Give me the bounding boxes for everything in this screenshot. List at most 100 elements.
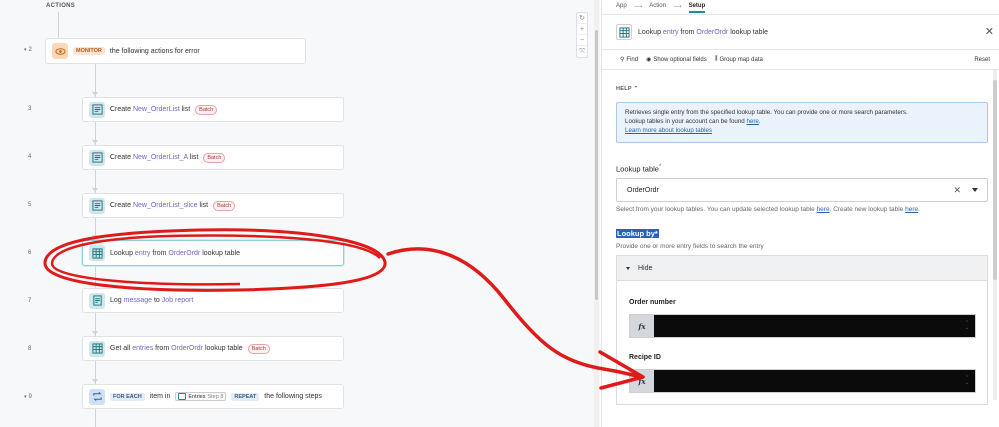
breadcrumb: App ⟶ Action ⟶ Setup: [616, 3, 706, 13]
lookup-by-label: Lookup by*: [616, 229, 659, 238]
batch-badge: Batch: [213, 200, 236, 211]
step-text: Create New_OrderList list: [110, 106, 191, 113]
monitor-pill: MONITOR: [73, 47, 105, 55]
step-text: Log message to Job report: [110, 297, 194, 304]
breadcrumb-setup[interactable]: Setup: [688, 3, 706, 13]
recipe-id-field[interactable]: fx ⌃ ⌄: [629, 369, 976, 393]
find-button[interactable]: ⚲ Find: [620, 56, 638, 64]
recipe-id-label: Recipe ID: [629, 354, 661, 361]
list-icon: [89, 197, 105, 214]
lookup-table-select[interactable]: OrderOrdr ✕: [616, 178, 988, 202]
update-table-link[interactable]: here: [817, 206, 830, 213]
step-create-list[interactable]: Create New_OrderList list Batch: [82, 97, 344, 122]
lookup-by-hint: Provide one or more entry fields to sear…: [616, 243, 764, 250]
help-text: Lookup tables in your account can be fou…: [625, 118, 761, 125]
scrollbar-thumb[interactable]: [595, 30, 598, 300]
chevron-up-icon: ⌃: [633, 86, 639, 92]
reset-view-icon[interactable]: ↻: [577, 13, 587, 24]
lookup-table-hint: Select from your lookup tables. You can …: [616, 206, 920, 213]
for-each-pill: FOR EACH: [110, 392, 145, 401]
zoom-out-icon[interactable]: −: [577, 35, 587, 46]
step-number[interactable]: ▾ 2: [24, 47, 38, 53]
caret-down-icon: [626, 266, 630, 270]
order-number-field[interactable]: fx ⌃ ⌄: [629, 314, 976, 338]
breadcrumb-app[interactable]: App: [616, 3, 627, 13]
table-icon: [89, 340, 105, 357]
step-monitor[interactable]: MONITOR the following actions for error: [45, 38, 306, 64]
zoom-controls: ↻ + − ⤧: [576, 12, 588, 58]
step-create-list[interactable]: Create New_OrderList_A list Batch: [82, 145, 344, 170]
entries-datapill[interactable]: Entries Step 8: [175, 392, 227, 401]
step-text: the following steps: [264, 393, 322, 400]
step-text: Create New_OrderList_A list: [110, 154, 199, 161]
chevron-down-icon[interactable]: [972, 188, 978, 192]
chevron-down-icon[interactable]: ▾: [24, 394, 27, 400]
step-create-list[interactable]: Create New_OrderList_slice list Batch: [82, 193, 344, 218]
step-config-panel: App ⟶ Action ⟶ Setup Lookup entry from O…: [601, 0, 999, 427]
list-icon: [89, 101, 105, 118]
clear-icon[interactable]: ✕: [953, 185, 961, 196]
table-icon: [616, 24, 632, 40]
table-icon: [178, 393, 187, 400]
step-text: Create New_OrderList_slice list: [110, 202, 209, 209]
step-get-all-entries[interactable]: Get all entries from OrderOrdr lookup ta…: [82, 336, 344, 361]
batch-badge: Batch: [195, 104, 218, 115]
eye-icon: [52, 43, 68, 59]
step-for-each[interactable]: FOR EACH item in Entries Step 8 REPEAT t…: [82, 384, 344, 409]
panel-toolbar: ⚲ Find ◉ Show optional fields ⫼ Group map d…: [602, 50, 999, 70]
repeat-icon: [89, 388, 105, 405]
panel-header: Lookup entry from OrderOrdr lookup table…: [602, 14, 999, 50]
lookup-table-label: Lookup table*: [616, 164, 662, 174]
fit-view-icon[interactable]: ⤧: [577, 46, 587, 57]
step-number: 8: [28, 346, 32, 352]
zoom-in-icon[interactable]: +: [577, 24, 587, 35]
step-number: 5: [28, 202, 32, 208]
reset-button[interactable]: Reset: [974, 57, 990, 63]
connector-arrow: [92, 235, 98, 239]
canvas-scrollbar[interactable]: [594, 0, 599, 427]
repeat-pill: REPEAT: [231, 392, 260, 401]
breadcrumb-action[interactable]: Action: [649, 3, 666, 13]
connector: [58, 12, 59, 38]
panel-title: Lookup entry from OrderOrdr lookup table: [638, 28, 768, 36]
batch-badge: Batch: [247, 343, 270, 354]
step-number: 4: [28, 154, 32, 160]
step-text: Lookup entry from OrderOrdr lookup table: [110, 249, 240, 257]
log-icon: [89, 292, 105, 309]
step-lookup-entry[interactable]: Lookup entry from OrderOrdr lookup table: [82, 240, 344, 266]
connector-arrow: [92, 379, 98, 383]
close-icon[interactable]: ✕: [985, 27, 994, 38]
connector-arrow: [92, 331, 98, 335]
eye-icon: ◉: [646, 57, 652, 63]
section-label: ACTIONS: [46, 3, 76, 9]
scrollbar-thumb[interactable]: [993, 80, 997, 280]
resize-icon: ⌃ ⌄: [964, 375, 969, 386]
recipe-canvas[interactable]: ACTIONS ▾ 2 MONITOR the following actions…: [0, 0, 600, 427]
help-link-here[interactable]: here: [746, 118, 758, 125]
lookup-fields-group: Hide Order number fx ⌃ ⌄ Recipe ID fx ⌃ ⌄: [616, 255, 988, 405]
hide-toggle[interactable]: Hide: [617, 256, 987, 281]
help-toggle[interactable]: HELP ⌃: [616, 86, 639, 92]
recipe-id-input[interactable]: ⌃ ⌄: [654, 370, 975, 392]
show-optional-fields-button[interactable]: ◉ Show optional fields: [646, 56, 707, 64]
step-number[interactable]: ▾ 9: [24, 394, 38, 400]
help-text: Retrieves single entry from the specifie…: [625, 109, 908, 116]
help-box: Retrieves single entry from the specifie…: [616, 102, 988, 143]
table-icon: [89, 245, 105, 261]
connector-arrow: [92, 140, 98, 144]
panel-scrollbar[interactable]: [993, 70, 997, 400]
step-number: 6: [28, 250, 32, 256]
order-number-input[interactable]: ⌃ ⌄: [654, 315, 975, 337]
chevron-down-icon[interactable]: ▾: [24, 47, 27, 53]
create-table-link[interactable]: here: [905, 206, 918, 213]
formula-icon[interactable]: fx: [630, 370, 654, 392]
formula-icon[interactable]: fx: [630, 315, 654, 337]
connector-arrow: [92, 188, 98, 192]
resize-icon: ⌃ ⌄: [964, 320, 969, 331]
arrow-right-icon: ⟶: [672, 4, 682, 10]
group-map-data-button[interactable]: ⫼ Group map data: [715, 56, 763, 63]
columns-icon: ⫼: [714, 56, 718, 62]
step-log-message[interactable]: Log message to Job report: [82, 288, 344, 313]
learn-more-link[interactable]: Learn more about lookup tables: [625, 127, 712, 134]
search-icon: ⚲: [620, 57, 625, 63]
